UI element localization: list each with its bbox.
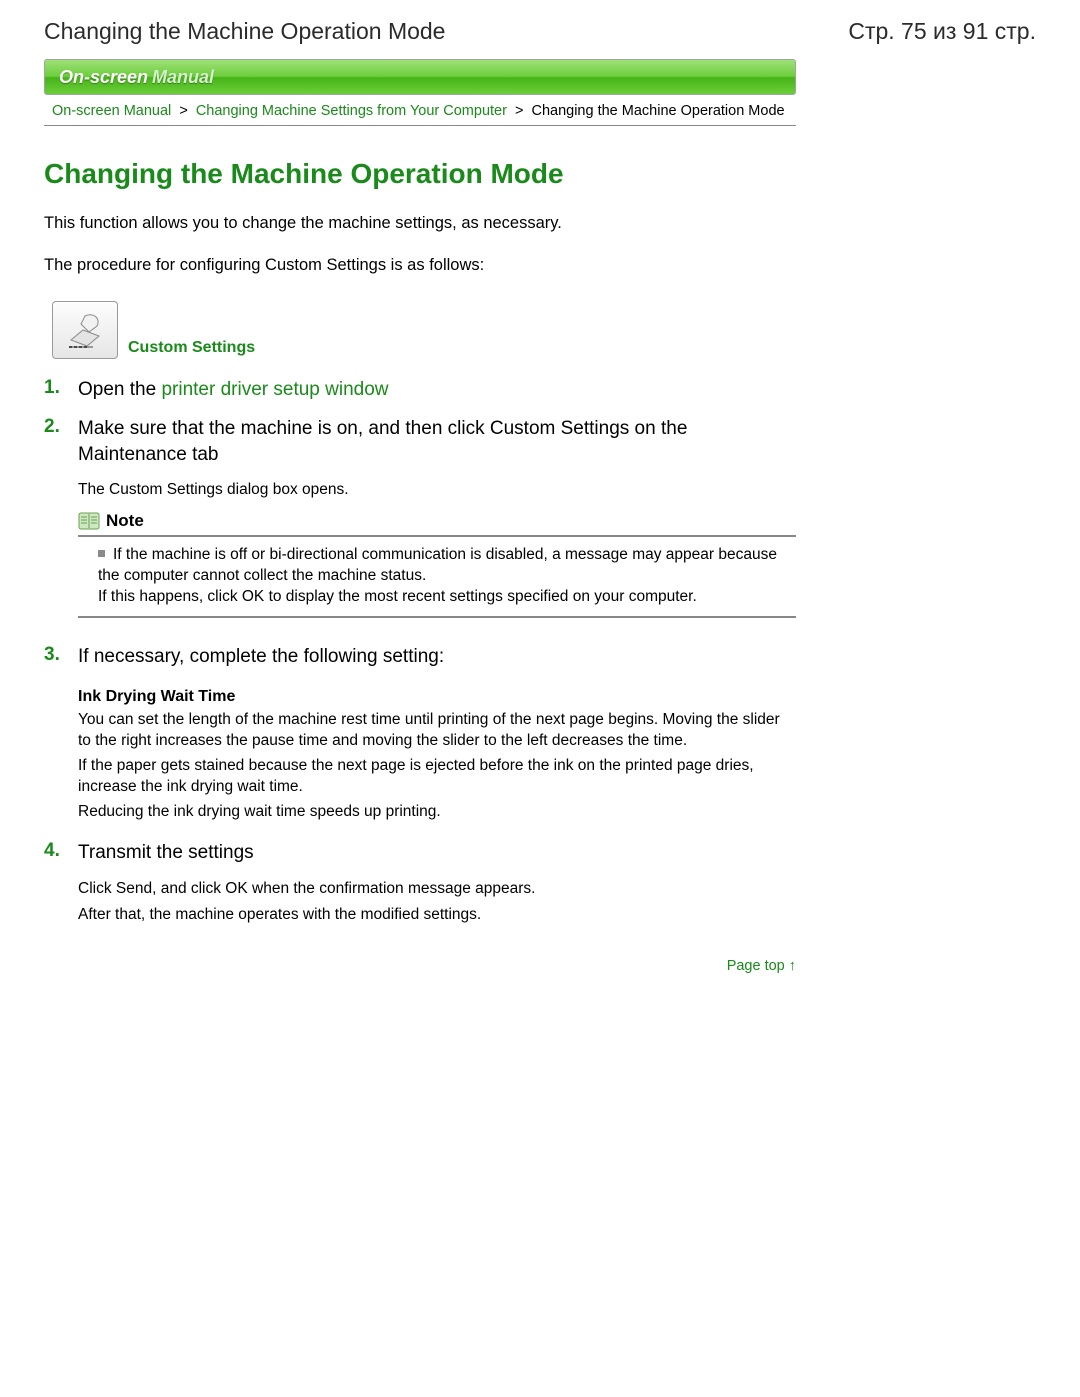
page-header: Changing the Machine Operation Mode Стр.… [44,18,1036,45]
ink-drying-p1: You can set the length of the machine re… [78,710,796,752]
breadcrumb-root[interactable]: On-screen Manual [52,103,171,119]
step-2-title: Make sure that the machine is on, and th… [78,416,796,467]
note-label: Note [106,511,144,531]
step-4-desc1: Click Send, and click OK when the confir… [78,880,796,898]
step-3: 3. If necessary, complete the following … [44,644,796,826]
page-top-link[interactable]: Page top [727,958,785,974]
page-title: Changing the Machine Operation Mode [44,158,796,190]
breadcrumb: On-screen Manual > Changing Machine Sett… [44,95,796,126]
banner-title: On-screenManual [59,67,214,88]
custom-settings-label: Custom Settings [128,339,255,359]
page-top-link-row: Page top↑ [44,958,796,974]
step-4: 4. Transmit the settings Click Send, and… [44,840,796,932]
step-1: 1. Open the printer driver setup window [44,377,796,403]
intro-paragraph-1: This function allows you to change the m… [44,212,796,234]
note-line-2: If this happens, click OK to display the… [98,587,796,608]
arrow-up-icon: ↑ [789,958,796,974]
breadcrumb-current: Changing the Machine Operation Mode [531,103,784,119]
ink-drying-p3: Reducing the ink drying wait time speeds… [78,802,796,823]
note-box: Note If the machine is off or bi-directi… [78,507,796,618]
step-2-desc: The Custom Settings dialog box opens. [78,481,796,499]
ink-drying-heading: Ink Drying Wait Time [78,688,796,706]
intro-paragraph-2: The procedure for configuring Custom Set… [44,254,796,276]
step-4-title: Transmit the settings [78,840,796,866]
custom-settings-icon [52,301,118,359]
ink-drying-p2: If the paper gets stained because the ne… [78,756,796,798]
step-4-desc2: After that, the machine operates with th… [78,906,796,924]
custom-settings-row: Custom Settings [52,301,796,359]
printer-driver-setup-link[interactable]: printer driver setup window [161,379,388,400]
manual-banner: On-screenManual [44,59,796,95]
step-2: 2. Make sure that the machine is on, and… [44,416,796,630]
breadcrumb-parent[interactable]: Changing Machine Settings from Your Comp… [196,103,507,119]
step-1-title: Open the printer driver setup window [78,377,796,403]
note-icon [78,512,100,530]
note-line-1: If the machine is off or bi-directional … [98,545,796,587]
page-header-right: Стр. 75 из 91 стр. [848,18,1036,45]
page-header-left: Changing the Machine Operation Mode [44,18,445,45]
step-3-title: If necessary, complete the following set… [78,644,796,670]
